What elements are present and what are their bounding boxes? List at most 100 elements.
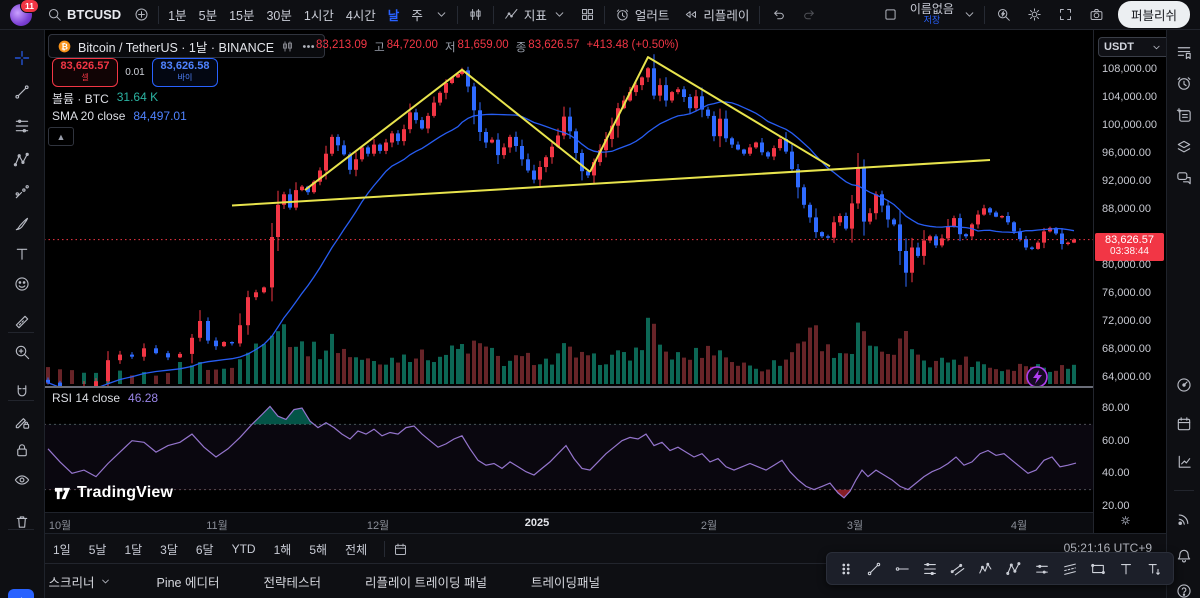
emoji-icon[interactable] <box>14 276 31 293</box>
tab-리플레이 트레이딩 패널[interactable]: 리플레이 트레이딩 패널 <box>343 572 509 591</box>
tab-트레이딩패널[interactable]: 트레이딩패널 <box>509 572 622 591</box>
tab-Pine 에디터[interactable]: Pine 에디터 <box>134 572 241 591</box>
indicators-button[interactable]: 지표 <box>497 0 574 29</box>
trash-icon[interactable] <box>14 514 31 531</box>
tab-chevron-icon <box>99 575 112 588</box>
publish-button[interactable]: 퍼블리쉬 <box>1118 1 1190 28</box>
pane-separator[interactable] <box>44 386 1166 388</box>
text-icon[interactable] <box>14 246 31 263</box>
range-3달[interactable]: 3달 <box>151 541 187 558</box>
journal-plus-icon[interactable] <box>1176 107 1193 124</box>
legend-collapse-button[interactable]: ▲ <box>48 127 74 146</box>
tab-전략테스터[interactable]: 전략테스터 <box>241 572 343 591</box>
rectangle-icon[interactable] <box>1085 561 1111 577</box>
parallel-channel-icon[interactable] <box>945 561 971 577</box>
crosshair-icon[interactable] <box>14 50 31 67</box>
ohlc-row: 83,213.09고84,720.00저81,659.00종83,626.57+… <box>316 39 679 55</box>
drag-handle-icon[interactable] <box>833 561 859 577</box>
templates-icon[interactable] <box>574 7 601 22</box>
redo-icon[interactable] <box>794 7 825 22</box>
streams-icon[interactable] <box>1176 511 1193 528</box>
lock-all-icon[interactable] <box>14 442 31 459</box>
buy-button[interactable]: 83,626.58 바이 <box>152 58 218 87</box>
multichart-layout-icon[interactable] <box>875 7 906 22</box>
flat-channel-icon[interactable] <box>1029 561 1055 577</box>
data-window-icon[interactable] <box>1176 454 1193 471</box>
help-icon[interactable] <box>1176 583 1193 598</box>
alert-clock-icon[interactable] <box>1176 75 1193 92</box>
compare-add-icon[interactable] <box>128 7 155 22</box>
symbol-legend[interactable]: ₿ Bitcoin / TetherUS · 1날 · BINANCE <box>48 34 325 58</box>
timeframe-5분[interactable]: 5분 <box>193 0 223 29</box>
favorites-star-button[interactable] <box>8 589 34 598</box>
range-1일[interactable]: 1일 <box>44 541 80 558</box>
anchored-text-icon[interactable] <box>1141 561 1167 577</box>
alert-button[interactable]: 얼러트 <box>608 0 677 29</box>
text-icon[interactable] <box>1113 561 1139 577</box>
quick-search-icon[interactable] <box>988 7 1019 22</box>
sell-button[interactable]: 83,626.57 셀 <box>52 58 118 87</box>
fib-retracement-icon[interactable] <box>917 561 943 577</box>
zoom-in-icon[interactable] <box>14 344 31 361</box>
trend-line-icon[interactable] <box>14 84 31 101</box>
chart-style-icon[interactable] <box>461 7 490 22</box>
xabcd-pattern-icon[interactable] <box>14 152 31 169</box>
timeframe-chevron-icon[interactable] <box>429 7 454 22</box>
layout-chevron-icon[interactable] <box>958 7 981 22</box>
snapshot-camera-icon[interactable] <box>1081 7 1112 22</box>
range-1달[interactable]: 1달 <box>115 541 151 558</box>
replay-button[interactable]: 리플레이 <box>676 0 756 29</box>
watchlist-icon[interactable] <box>1176 44 1193 61</box>
object-tree-icon[interactable] <box>1176 139 1193 156</box>
undo-icon[interactable] <box>763 7 794 22</box>
sma-study-row[interactable]: SMA 20 close 84,497.01 <box>52 109 187 123</box>
forecast-icon[interactable] <box>14 184 31 201</box>
time-label-3월: 3월 <box>847 517 863 533</box>
currency-toggle[interactable]: USDT <box>1098 37 1170 57</box>
timeframe-4시간[interactable]: 4시간 <box>340 0 382 29</box>
symbol-search[interactable]: BTCUSD <box>40 0 128 29</box>
technicals-gauge-icon[interactable] <box>1176 377 1193 394</box>
range-1해[interactable]: 1해 <box>265 541 301 558</box>
trend-line-icon[interactable] <box>861 561 887 577</box>
elliott-wave-icon[interactable] <box>973 561 999 577</box>
range-5해[interactable]: 5해 <box>300 541 336 558</box>
axis-settings-gear-icon[interactable] <box>1119 514 1132 527</box>
disjoint-channel-icon[interactable] <box>1057 561 1083 577</box>
xabcd-pattern-icon[interactable] <box>1001 561 1027 577</box>
fib-retracement-icon[interactable] <box>14 118 31 135</box>
more-options-icon[interactable] <box>301 39 316 54</box>
range-전체[interactable]: 전체 <box>336 541 376 558</box>
user-avatar[interactable]: 11 <box>10 4 32 26</box>
price-axis[interactable]: USDT 83,626.57 03:38:44 108,000.00104,00… <box>1093 29 1167 533</box>
settings-gear-icon[interactable] <box>1019 7 1050 22</box>
timeframe-1시간[interactable]: 1시간 <box>298 0 340 29</box>
magnet-icon[interactable] <box>14 384 31 401</box>
time-axis[interactable]: 10월11월12월20252월3월4월 <box>44 512 1166 534</box>
layout-name-menu[interactable]: 이름없음 저장 <box>906 4 958 26</box>
calendar-icon[interactable] <box>1176 416 1193 433</box>
alert-label: 얼러트 <box>635 5 670 24</box>
timeframe-15분[interactable]: 15분 <box>223 0 260 29</box>
notifications-bell-icon[interactable] <box>1176 548 1193 565</box>
volume-study-row[interactable]: 볼륨 · BTC 31.64 K <box>52 90 158 107</box>
timeframe-1분[interactable]: 1분 <box>162 0 192 29</box>
divider <box>984 6 985 24</box>
chat-icon[interactable] <box>1176 170 1193 187</box>
hide-drawings-icon[interactable] <box>14 472 31 489</box>
rsi-study-row[interactable]: RSI 14 close 46.28 <box>52 391 158 405</box>
drawing-pencil-lock-icon[interactable] <box>14 414 31 431</box>
brush-icon[interactable] <box>14 216 31 233</box>
fullscreen-icon[interactable] <box>1050 7 1081 22</box>
range-YTD[interactable]: YTD <box>223 542 265 556</box>
timeframe-날[interactable]: 날 <box>382 0 406 29</box>
range-5날[interactable]: 5날 <box>80 541 116 558</box>
range-6달[interactable]: 6달 <box>187 541 223 558</box>
horizontal-ray-icon[interactable] <box>889 561 915 577</box>
ruler-icon[interactable] <box>14 314 31 331</box>
timeframe-30분[interactable]: 30분 <box>260 0 297 29</box>
timeframe-주[interactable]: 주 <box>405 0 429 29</box>
goto-date-calendar-icon[interactable] <box>393 542 408 557</box>
rsi-pane[interactable] <box>44 387 1093 512</box>
tradingview-logo[interactable]: TradingView <box>54 484 173 502</box>
